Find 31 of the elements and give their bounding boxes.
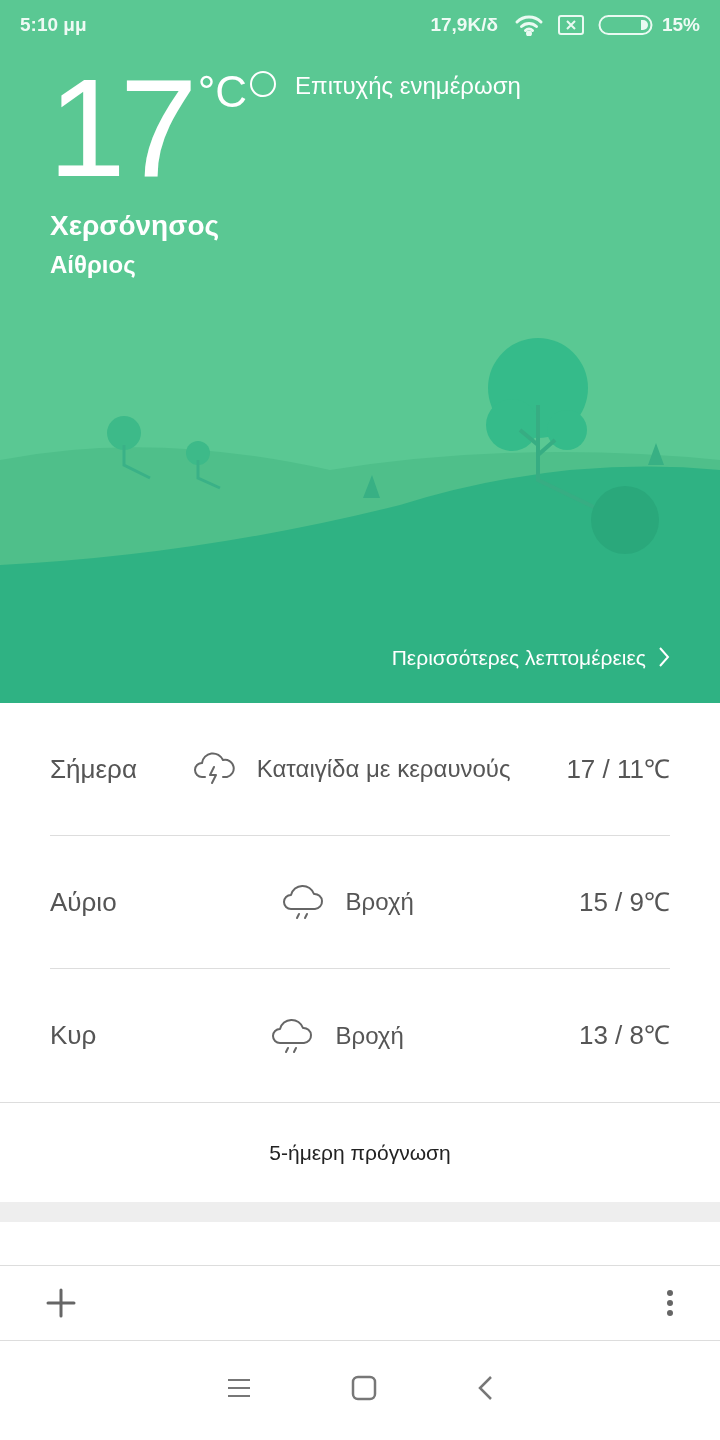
forecast-condition: Βροχή — [345, 887, 414, 917]
refresh-circle-icon — [249, 70, 278, 98]
menu-icon[interactable] — [227, 1377, 251, 1398]
update-status: Επιτυχής ενημέρωση — [295, 71, 521, 101]
battery-percent: 15% — [661, 12, 700, 37]
forecast-condition: Βροχή — [335, 1020, 404, 1051]
forecast-range: 13 / 8℃ — [578, 1019, 670, 1052]
forecast-row[interactable]: Κυρ Βροχή 13 / 8℃ — [50, 969, 670, 1102]
back-icon[interactable] — [477, 1374, 493, 1401]
temperature-unit: °C — [197, 70, 248, 118]
forecast-day: Αύριο — [50, 882, 117, 922]
wifi-icon — [513, 14, 544, 36]
no-sim-icon — [557, 15, 584, 35]
forecast-range: 15 / 9℃ — [578, 885, 670, 919]
forecast-range: 17 / 11℃ — [566, 752, 670, 786]
forecast-day: Σήμερα — [50, 749, 137, 789]
location-name: Χερσόνησος — [50, 209, 221, 243]
forecast-row[interactable]: Σήμερα Καταιγίδα με κεραυνούς 17 / 11℃ — [50, 703, 670, 836]
forecast-day: Κυρ — [50, 1016, 97, 1055]
forecast-condition: Καταιγίδα με κεραυνούς — [256, 754, 511, 784]
home-icon[interactable] — [351, 1374, 377, 1401]
more-options-icon[interactable] — [666, 1289, 674, 1317]
current-temperature: 17 — [48, 68, 192, 188]
network-speed: 17,9K/δ — [430, 12, 498, 37]
battery-icon — [597, 14, 654, 36]
forecast-row[interactable]: Αύριο Βροχή 15 / 9℃ — [50, 836, 670, 969]
status-time: 5:10 μμ — [20, 12, 87, 37]
current-condition: Αίθριος — [50, 250, 137, 280]
chevron-right-icon — [658, 646, 670, 669]
add-icon[interactable] — [46, 1288, 76, 1318]
rain-icon — [281, 882, 326, 922]
